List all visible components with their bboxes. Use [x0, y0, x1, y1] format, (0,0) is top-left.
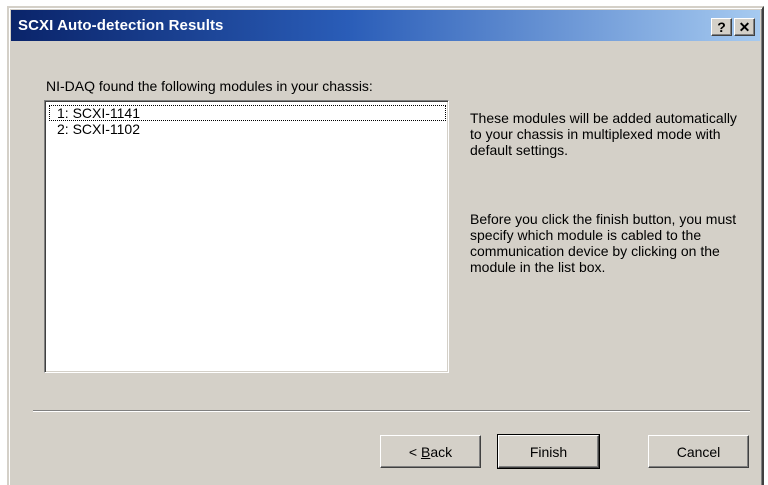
title-bar[interactable]: SCXI Auto-detection Results ? ✕	[11, 10, 760, 41]
finish-button-label: Finish	[529, 443, 568, 460]
help-button[interactable]: ?	[711, 18, 732, 36]
info-text-modules-added: These modules will be added automaticall…	[470, 110, 737, 158]
modules-prompt: NI-DAQ found the following modules in yo…	[46, 78, 373, 94]
close-button[interactable]: ✕	[734, 18, 755, 36]
close-icon: ✕	[738, 19, 751, 35]
back-button-label: < Back	[408, 443, 453, 460]
separator-line	[33, 410, 750, 412]
finish-button[interactable]: Finish	[497, 434, 600, 469]
modules-listbox[interactable]: 1: SCXI-1141 2: SCXI-1102	[44, 100, 449, 373]
list-item-module-2[interactable]: 2: SCXI-1102	[49, 121, 446, 137]
back-button[interactable]: < Back	[380, 435, 481, 468]
cancel-button-label: Cancel	[676, 443, 721, 460]
window-title: SCXI Auto-detection Results	[18, 17, 224, 34]
info-text-specify-module: Before you click the finish button, you …	[470, 211, 737, 275]
list-item-module-1[interactable]: 1: SCXI-1141	[49, 105, 446, 121]
help-icon: ?	[717, 19, 726, 35]
cancel-button[interactable]: Cancel	[648, 435, 749, 468]
